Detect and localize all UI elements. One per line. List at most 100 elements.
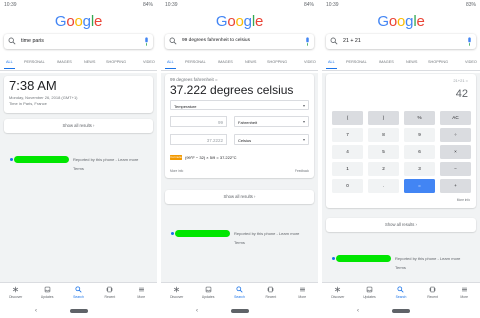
tab-all[interactable]: ALL [6, 60, 13, 64]
key-equals[interactable]: = [404, 179, 435, 193]
status-bar: 10:39 84% [161, 0, 318, 9]
home-pill[interactable] [392, 309, 410, 313]
tab-personal[interactable]: PERSONAL [346, 60, 367, 64]
key-6[interactable]: 6 [404, 145, 435, 159]
nav-discover[interactable]: Discover [161, 286, 192, 299]
show-all-results-button[interactable]: Show all results › [4, 119, 153, 133]
nav-updates[interactable]: Updates [31, 286, 62, 299]
tab-video[interactable]: VIDEO [304, 60, 316, 64]
key-2[interactable]: 2 [368, 162, 399, 176]
home-pill[interactable] [230, 309, 249, 313]
report-text[interactable]: Reported by this phone - Learn more [73, 157, 138, 162]
more-info-link[interactable]: More info [170, 169, 183, 173]
back-arrow-icon[interactable]: ‹ [35, 308, 37, 314]
search-box[interactable]: time paris [4, 34, 153, 49]
show-all-results-button[interactable]: Show all results › [165, 190, 314, 204]
recent-icon [429, 286, 436, 293]
show-all-results-button[interactable]: Show all results › [326, 218, 476, 232]
tab-images[interactable]: IMAGES [57, 60, 72, 64]
tab-news[interactable]: NEWS [406, 60, 417, 64]
key-minus[interactable]: − [440, 162, 471, 176]
key-multiply[interactable]: × [440, 145, 471, 159]
tab-all[interactable]: ALL [167, 60, 174, 64]
tab-personal[interactable]: PERSONAL [24, 60, 45, 64]
nav-recent[interactable]: Recent [417, 286, 449, 299]
nav-more[interactable]: More [448, 286, 480, 299]
search-query[interactable]: 21 + 21 [343, 38, 361, 44]
tab-images[interactable]: IMAGES [379, 60, 394, 64]
tab-news[interactable]: NEWS [245, 60, 256, 64]
tab-personal[interactable]: PERSONAL [185, 60, 206, 64]
key-open-paren[interactable]: ( [332, 111, 363, 125]
calc-display: 42 [455, 88, 468, 100]
key-4[interactable]: 4 [332, 145, 363, 159]
dropdown-caret-icon: ▾ [302, 137, 305, 142]
key-3[interactable]: 3 [404, 162, 435, 176]
tab-shopping[interactable]: SHOPPING [267, 60, 287, 64]
report-text[interactable]: Reported by this phone - Learn more [395, 256, 460, 261]
unit-type-select[interactable]: Temperature ▾ [170, 100, 309, 110]
key-7[interactable]: 7 [332, 128, 363, 142]
key-5[interactable]: 5 [368, 145, 399, 159]
mic-icon[interactable] [144, 37, 149, 46]
tab-video[interactable]: VIDEO [465, 60, 477, 64]
tab-shopping[interactable]: SHOPPING [428, 60, 448, 64]
terms-link[interactable]: Terms [73, 166, 84, 171]
tab-all[interactable]: ALL [328, 60, 335, 64]
terms-link[interactable]: Terms [234, 240, 245, 245]
key-0[interactable]: 0 [332, 179, 363, 193]
tab-shopping[interactable]: SHOPPING [106, 60, 126, 64]
search-query[interactable]: time paris [21, 38, 44, 44]
nav-more[interactable]: More [287, 286, 318, 299]
nav-search[interactable]: Search [63, 286, 94, 299]
nav-search[interactable]: Search [224, 286, 255, 299]
search-query[interactable]: 99 degrees fahrenheit to celsius [182, 38, 250, 43]
nav-discover[interactable]: Discover [322, 286, 354, 299]
key-9[interactable]: 9 [404, 128, 435, 142]
key-close-paren[interactable]: ) [368, 111, 399, 125]
more-info-link[interactable]: More info [457, 198, 470, 202]
back-arrow-icon[interactable]: ‹ [196, 308, 198, 314]
mic-icon[interactable] [305, 37, 310, 46]
mic-icon[interactable] [467, 37, 472, 46]
terms-link[interactable]: Terms [395, 265, 406, 270]
search-tabs: ALL PERSONAL IMAGES NEWS SHOPPING VIDEO [322, 56, 480, 71]
from-value-input[interactable]: 99 [170, 116, 227, 127]
tab-news[interactable]: NEWS [84, 60, 95, 64]
key-1[interactable]: 1 [332, 162, 363, 176]
nav-recent[interactable]: Recent [94, 286, 125, 299]
from-unit-select[interactable]: Fahrenheit ▾ [234, 116, 309, 127]
inbox-icon [44, 286, 50, 293]
nav-discover-label: Discover [170, 294, 184, 299]
home-pill[interactable] [69, 309, 88, 313]
key-decimal[interactable]: . [368, 179, 399, 193]
key-8[interactable]: 8 [368, 128, 399, 142]
nav-recent[interactable]: Recent [255, 286, 286, 299]
back-arrow-icon[interactable]: ‹ [357, 308, 359, 314]
key-clear[interactable]: AC [440, 111, 471, 125]
dropdown-caret-icon: ▾ [302, 103, 305, 108]
recent-icon [268, 286, 274, 293]
nav-discover[interactable]: Discover [0, 286, 31, 299]
search-icon [330, 37, 338, 45]
feedback-link[interactable]: Feedback [295, 169, 309, 173]
key-divide[interactable]: ÷ [440, 128, 471, 142]
key-percent[interactable]: % [404, 111, 435, 125]
key-plus[interactable]: + [440, 179, 471, 193]
search-box[interactable]: 99 degrees fahrenheit to celsius [165, 34, 314, 49]
google-logo: Google [377, 13, 425, 30]
to-unit-value: Celsius [238, 138, 252, 143]
search-box[interactable]: 21 + 21 [326, 34, 476, 49]
show-all-label: Show all results [223, 194, 253, 199]
nav-updates[interactable]: Updates [192, 286, 223, 299]
tab-images[interactable]: IMAGES [218, 60, 233, 64]
nav-updates-label: Updates [363, 294, 376, 299]
nav-search[interactable]: Search [385, 286, 417, 299]
nav-more[interactable]: More [126, 286, 157, 299]
search-tabs: ALL PERSONAL IMAGES NEWS SHOPPING VIDEO [0, 56, 157, 71]
nav-updates[interactable]: Updates [354, 286, 386, 299]
tab-video[interactable]: VIDEO [143, 60, 155, 64]
to-unit-select[interactable]: Celsius ▾ [234, 134, 309, 145]
to-value-input[interactable]: 37.2222 [170, 134, 227, 145]
report-text[interactable]: Reported by this phone - Learn more [234, 231, 299, 236]
